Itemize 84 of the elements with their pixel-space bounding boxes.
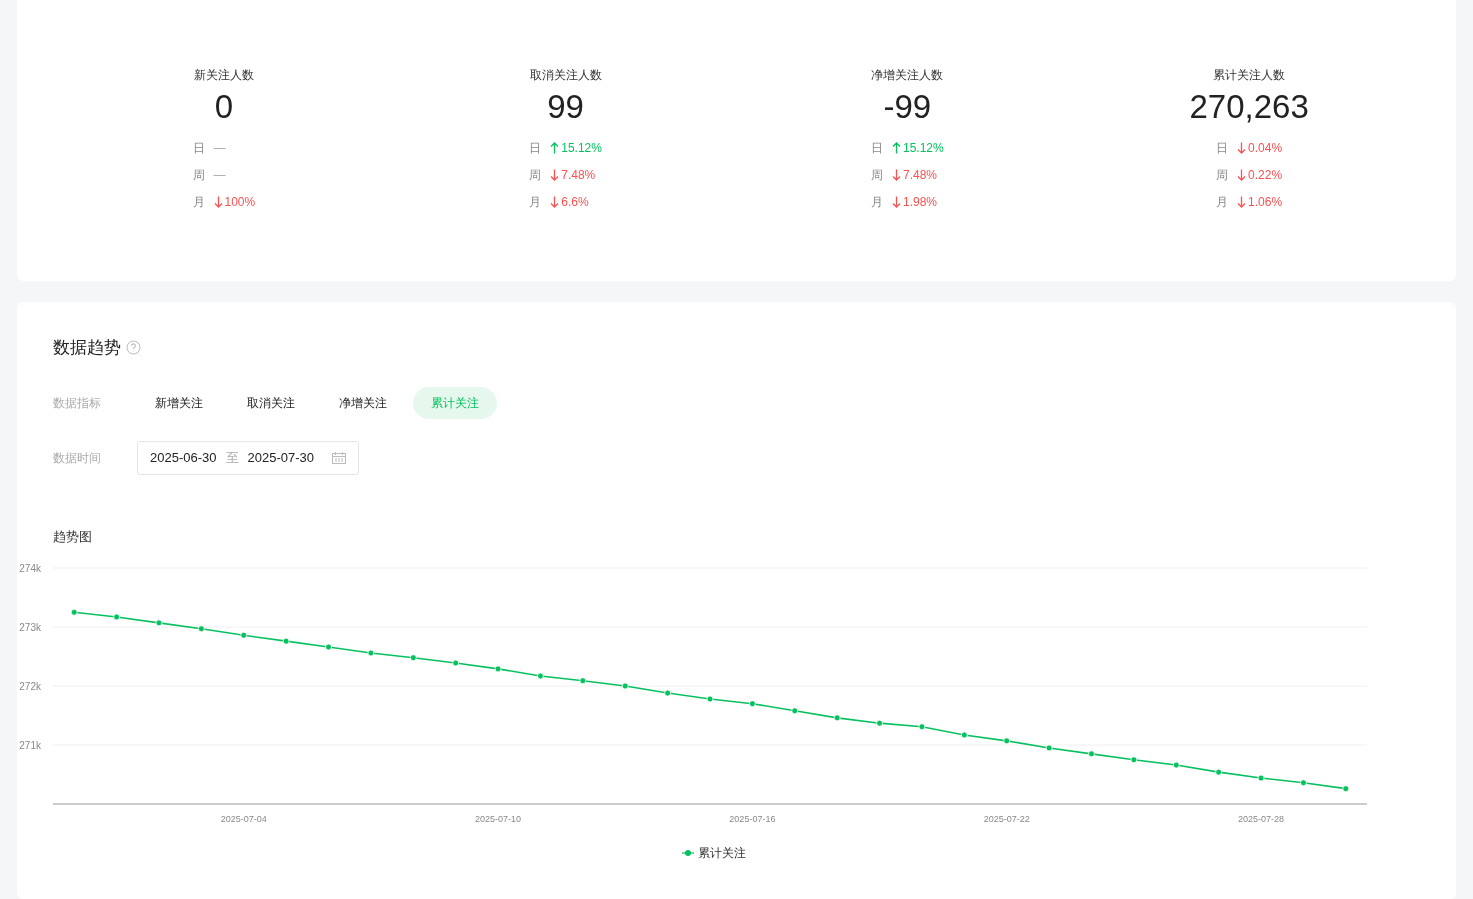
stat-value: 99	[547, 87, 584, 127]
change-value: 100%	[224, 194, 256, 211]
change-value: 0.04%	[1248, 140, 1283, 157]
metric-tab[interactable]: 取消关注	[229, 386, 313, 419]
stat-value: 270,263	[1189, 87, 1309, 127]
change-value: 7.48%	[903, 167, 938, 184]
change-value: 15.12%	[561, 140, 602, 157]
period-label: 周	[529, 167, 542, 184]
help-icon[interactable]	[126, 340, 141, 356]
change-value: 7.48%	[561, 167, 596, 184]
data-point	[1300, 779, 1307, 787]
stat-value: -99	[883, 87, 932, 127]
change-value: —	[213, 140, 226, 157]
data-point	[452, 659, 460, 667]
period-label: 日	[1216, 140, 1229, 157]
change-value: 1.06%	[1248, 194, 1283, 211]
period-label: 月	[871, 194, 883, 211]
period-label: 月	[1216, 194, 1229, 211]
change-value: 6.6%	[561, 194, 589, 211]
data-point	[918, 723, 926, 731]
period-label: 周	[871, 167, 883, 184]
data-point	[1342, 785, 1350, 793]
period-label: 日	[529, 140, 542, 157]
y-axis-label: 271k	[19, 740, 41, 751]
data-point	[876, 719, 883, 727]
x-axis-label: 2025-07-04	[220, 814, 267, 824]
date-range-field[interactable]: 2025-06-30 至 2025-07-30	[137, 440, 359, 475]
data-point	[833, 714, 841, 722]
data-point	[367, 649, 375, 657]
chart-title: 趋势图	[53, 527, 92, 546]
stat-label: 累计关注人数	[1213, 67, 1286, 84]
data-point	[664, 689, 671, 697]
x-axis-label: 2025-07-28	[1238, 814, 1285, 824]
period-label: 日	[871, 140, 883, 157]
data-point	[960, 731, 968, 739]
data-point	[409, 654, 417, 662]
stat-label: 取消关注人数	[529, 67, 602, 84]
legend-marker-icon	[681, 849, 694, 857]
metric-label: 数据指标	[53, 394, 102, 412]
data-point	[537, 672, 544, 680]
stat-label: 新关注人数	[193, 67, 254, 84]
data-point	[1045, 744, 1053, 752]
data-point	[1003, 737, 1011, 745]
y-axis-label: 272k	[19, 681, 41, 692]
time-label: 数据时间	[53, 449, 102, 467]
data-point	[1088, 750, 1095, 758]
change-value: —	[213, 167, 226, 184]
data-point	[240, 631, 248, 639]
data-point	[1215, 768, 1223, 776]
section-title: 数据趋势	[53, 337, 121, 359]
change-value: 0.22%	[1248, 167, 1283, 184]
data-point	[621, 682, 629, 690]
metric-tab[interactable]: 净增关注	[321, 386, 405, 419]
period-label: 月	[192, 194, 205, 211]
data-point	[325, 643, 332, 651]
legend-label: 累计关注	[697, 845, 746, 862]
calendar-icon	[332, 451, 346, 464]
period-label: 月	[529, 194, 542, 211]
x-axis-label: 2025-07-10	[475, 814, 522, 824]
x-axis-label: 2025-07-22	[983, 814, 1030, 824]
x-axis-label: 2025-07-16	[729, 814, 776, 824]
data-point	[197, 625, 205, 633]
period-label: 周	[1216, 167, 1229, 184]
data-point	[113, 613, 120, 621]
metric-tab[interactable]: 新增关注	[137, 386, 221, 419]
y-axis-label: 274k	[19, 563, 41, 574]
data-point	[282, 637, 290, 645]
data-point	[1172, 761, 1180, 769]
stat-value: 0	[214, 87, 234, 127]
data-point	[70, 608, 78, 616]
data-point	[1130, 756, 1138, 764]
data-point	[579, 677, 587, 685]
data-point	[155, 619, 163, 627]
change-value: 1.98%	[903, 194, 938, 211]
data-point	[706, 695, 714, 703]
data-point	[749, 700, 756, 708]
change-value: 15.12%	[903, 140, 944, 157]
data-point	[494, 665, 502, 673]
data-point	[791, 707, 799, 715]
y-axis-label: 273k	[19, 622, 41, 633]
stat-label: 净增关注人数	[871, 67, 944, 84]
period-label: 周	[192, 167, 205, 184]
period-label: 日	[192, 140, 205, 157]
data-point	[1257, 774, 1265, 782]
